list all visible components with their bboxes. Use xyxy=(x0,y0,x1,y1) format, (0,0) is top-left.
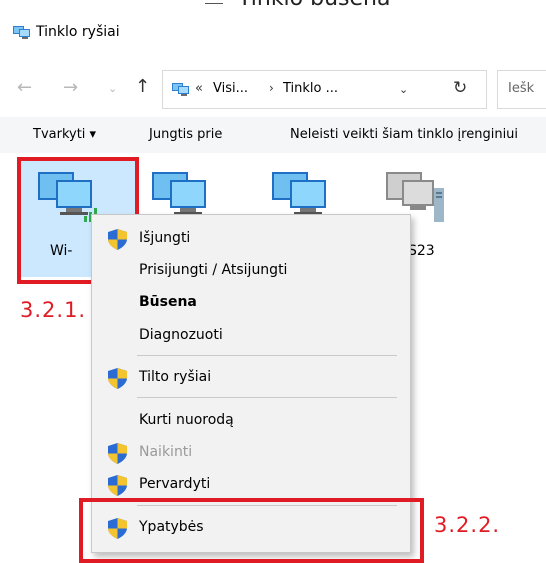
recent-locations-button[interactable]: ⌄ xyxy=(108,80,117,98)
annotation-label-second: 3.2.2. xyxy=(434,513,501,537)
menu-item-disable[interactable]: Išjungti xyxy=(92,224,410,254)
menu-separator xyxy=(137,355,397,356)
menu-item-rename[interactable]: Pervardyti xyxy=(92,470,410,500)
up-button[interactable]: ↑ xyxy=(135,78,150,96)
uac-shield-icon xyxy=(108,475,127,496)
menu-item-bridge[interactable]: Tilto ryšiai xyxy=(92,363,410,393)
network-connections-icon xyxy=(13,26,30,39)
forward-button[interactable]: → xyxy=(63,79,78,97)
search-placeholder: Iešk xyxy=(508,81,535,96)
menu-item-create-shortcut[interactable]: Kurti nuorodą xyxy=(92,406,410,436)
menu-item-delete: Naikinti xyxy=(92,438,410,468)
menu-item-label: Diagnozuoti xyxy=(139,327,223,343)
menu-item-label: Būsena xyxy=(139,294,197,310)
address-bar[interactable]: « Visi... › Tinklo ... ⌄ ↻ xyxy=(162,70,487,109)
annotation-label-first: 3.2.1. xyxy=(20,298,87,322)
breadcrumb-segment-all[interactable]: Visi... xyxy=(213,81,248,96)
disable-device-button[interactable]: Neleisti veikti šiam tinklo įrenginiui xyxy=(290,127,518,142)
refresh-icon[interactable]: ↻ xyxy=(453,78,467,98)
menu-separator xyxy=(137,397,397,398)
command-bar: Tvarkyti ▾ Jungtis prie Neleisti veikti … xyxy=(0,117,546,153)
menu-item-label: Tilto ryšiai xyxy=(139,369,212,385)
menu-item-diagnose[interactable]: Diagnozuoti xyxy=(92,321,410,351)
window-title: Tinklo ryšiai xyxy=(36,24,120,40)
menu-item-label: Išjungti xyxy=(139,230,191,246)
uac-shield-icon xyxy=(108,443,127,464)
uac-shield-icon xyxy=(108,229,127,250)
organize-button[interactable]: Tvarkyti ▾ xyxy=(33,127,96,142)
breadcrumb-segment-network[interactable]: Tinklo ... xyxy=(283,81,338,96)
network-connections-icon xyxy=(172,83,189,96)
menu-item-label: Naikinti xyxy=(139,444,193,460)
menu-item-label: Prisijungti / Atsijungti xyxy=(139,262,288,278)
search-input[interactable]: Iešk xyxy=(497,70,546,109)
address-overflow[interactable]: « xyxy=(195,81,203,96)
breadcrumb-arrow-icon[interactable]: › xyxy=(269,81,274,95)
menu-item-status[interactable]: Būsena xyxy=(92,288,410,318)
back-button[interactable]: ← xyxy=(17,79,32,97)
uac-shield-icon xyxy=(108,368,127,389)
top-divider xyxy=(205,3,223,4)
item-label-s23[interactable]: S23 xyxy=(408,243,435,259)
menu-item-label: Pervardyti xyxy=(139,476,211,492)
menu-item-connect-disconnect[interactable]: Prisijungti / Atsijungti xyxy=(92,256,410,286)
chevron-down-icon[interactable]: ⌄ xyxy=(399,83,408,96)
annotation-box-properties xyxy=(79,498,424,563)
connect-to-button[interactable]: Jungtis prie xyxy=(149,127,222,142)
menu-item-label: Kurti nuorodą xyxy=(139,412,234,428)
top-cutoff-text: Tinklo būsena xyxy=(238,0,390,11)
